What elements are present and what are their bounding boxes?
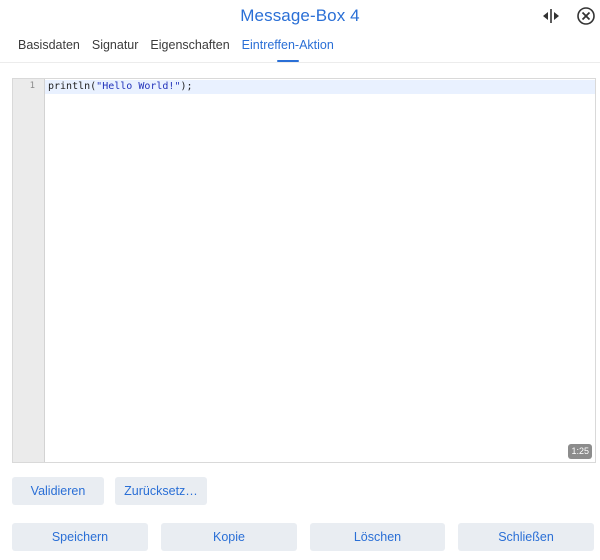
message-box-dialog: Message-Box 4 Basisdaten Signatur Eigens… — [0, 0, 600, 560]
cursor-position-badge: 1:25 — [568, 444, 592, 459]
line-number-gutter: 1 — [13, 79, 45, 462]
tab-basisdaten[interactable]: Basisdaten — [12, 36, 86, 62]
dialog-title: Message-Box 4 — [240, 6, 360, 25]
code-line[interactable]: println("Hello World!"); — [48, 81, 193, 92]
reset-button[interactable]: Zurücksetz… — [115, 477, 207, 505]
code-token: ); — [180, 81, 193, 92]
code-editor[interactable]: 1 println("Hello World!"); 1:25 — [12, 78, 596, 463]
validate-button[interactable]: Validieren — [12, 477, 104, 505]
copy-button[interactable]: Kopie — [161, 523, 297, 551]
code-token: println( — [48, 81, 97, 92]
delete-button[interactable]: Löschen — [310, 523, 445, 551]
tab-bar: Basisdaten Signatur Eigenschaften Eintre… — [12, 36, 340, 62]
tab-divider — [0, 62, 600, 63]
resize-horizontal-icon[interactable] — [540, 5, 562, 27]
close-button[interactable]: Schließen — [458, 523, 594, 551]
tab-eigenschaften[interactable]: Eigenschaften — [144, 36, 235, 62]
save-button[interactable]: Speichern — [12, 523, 148, 551]
line-number: 1 — [29, 81, 35, 91]
tab-eintreffen-aktion[interactable]: Eintreffen-Aktion — [236, 36, 340, 62]
code-string-token: "Hello World!" — [96, 81, 181, 92]
tab-signatur[interactable]: Signatur — [86, 36, 145, 62]
close-icon[interactable] — [575, 5, 597, 27]
